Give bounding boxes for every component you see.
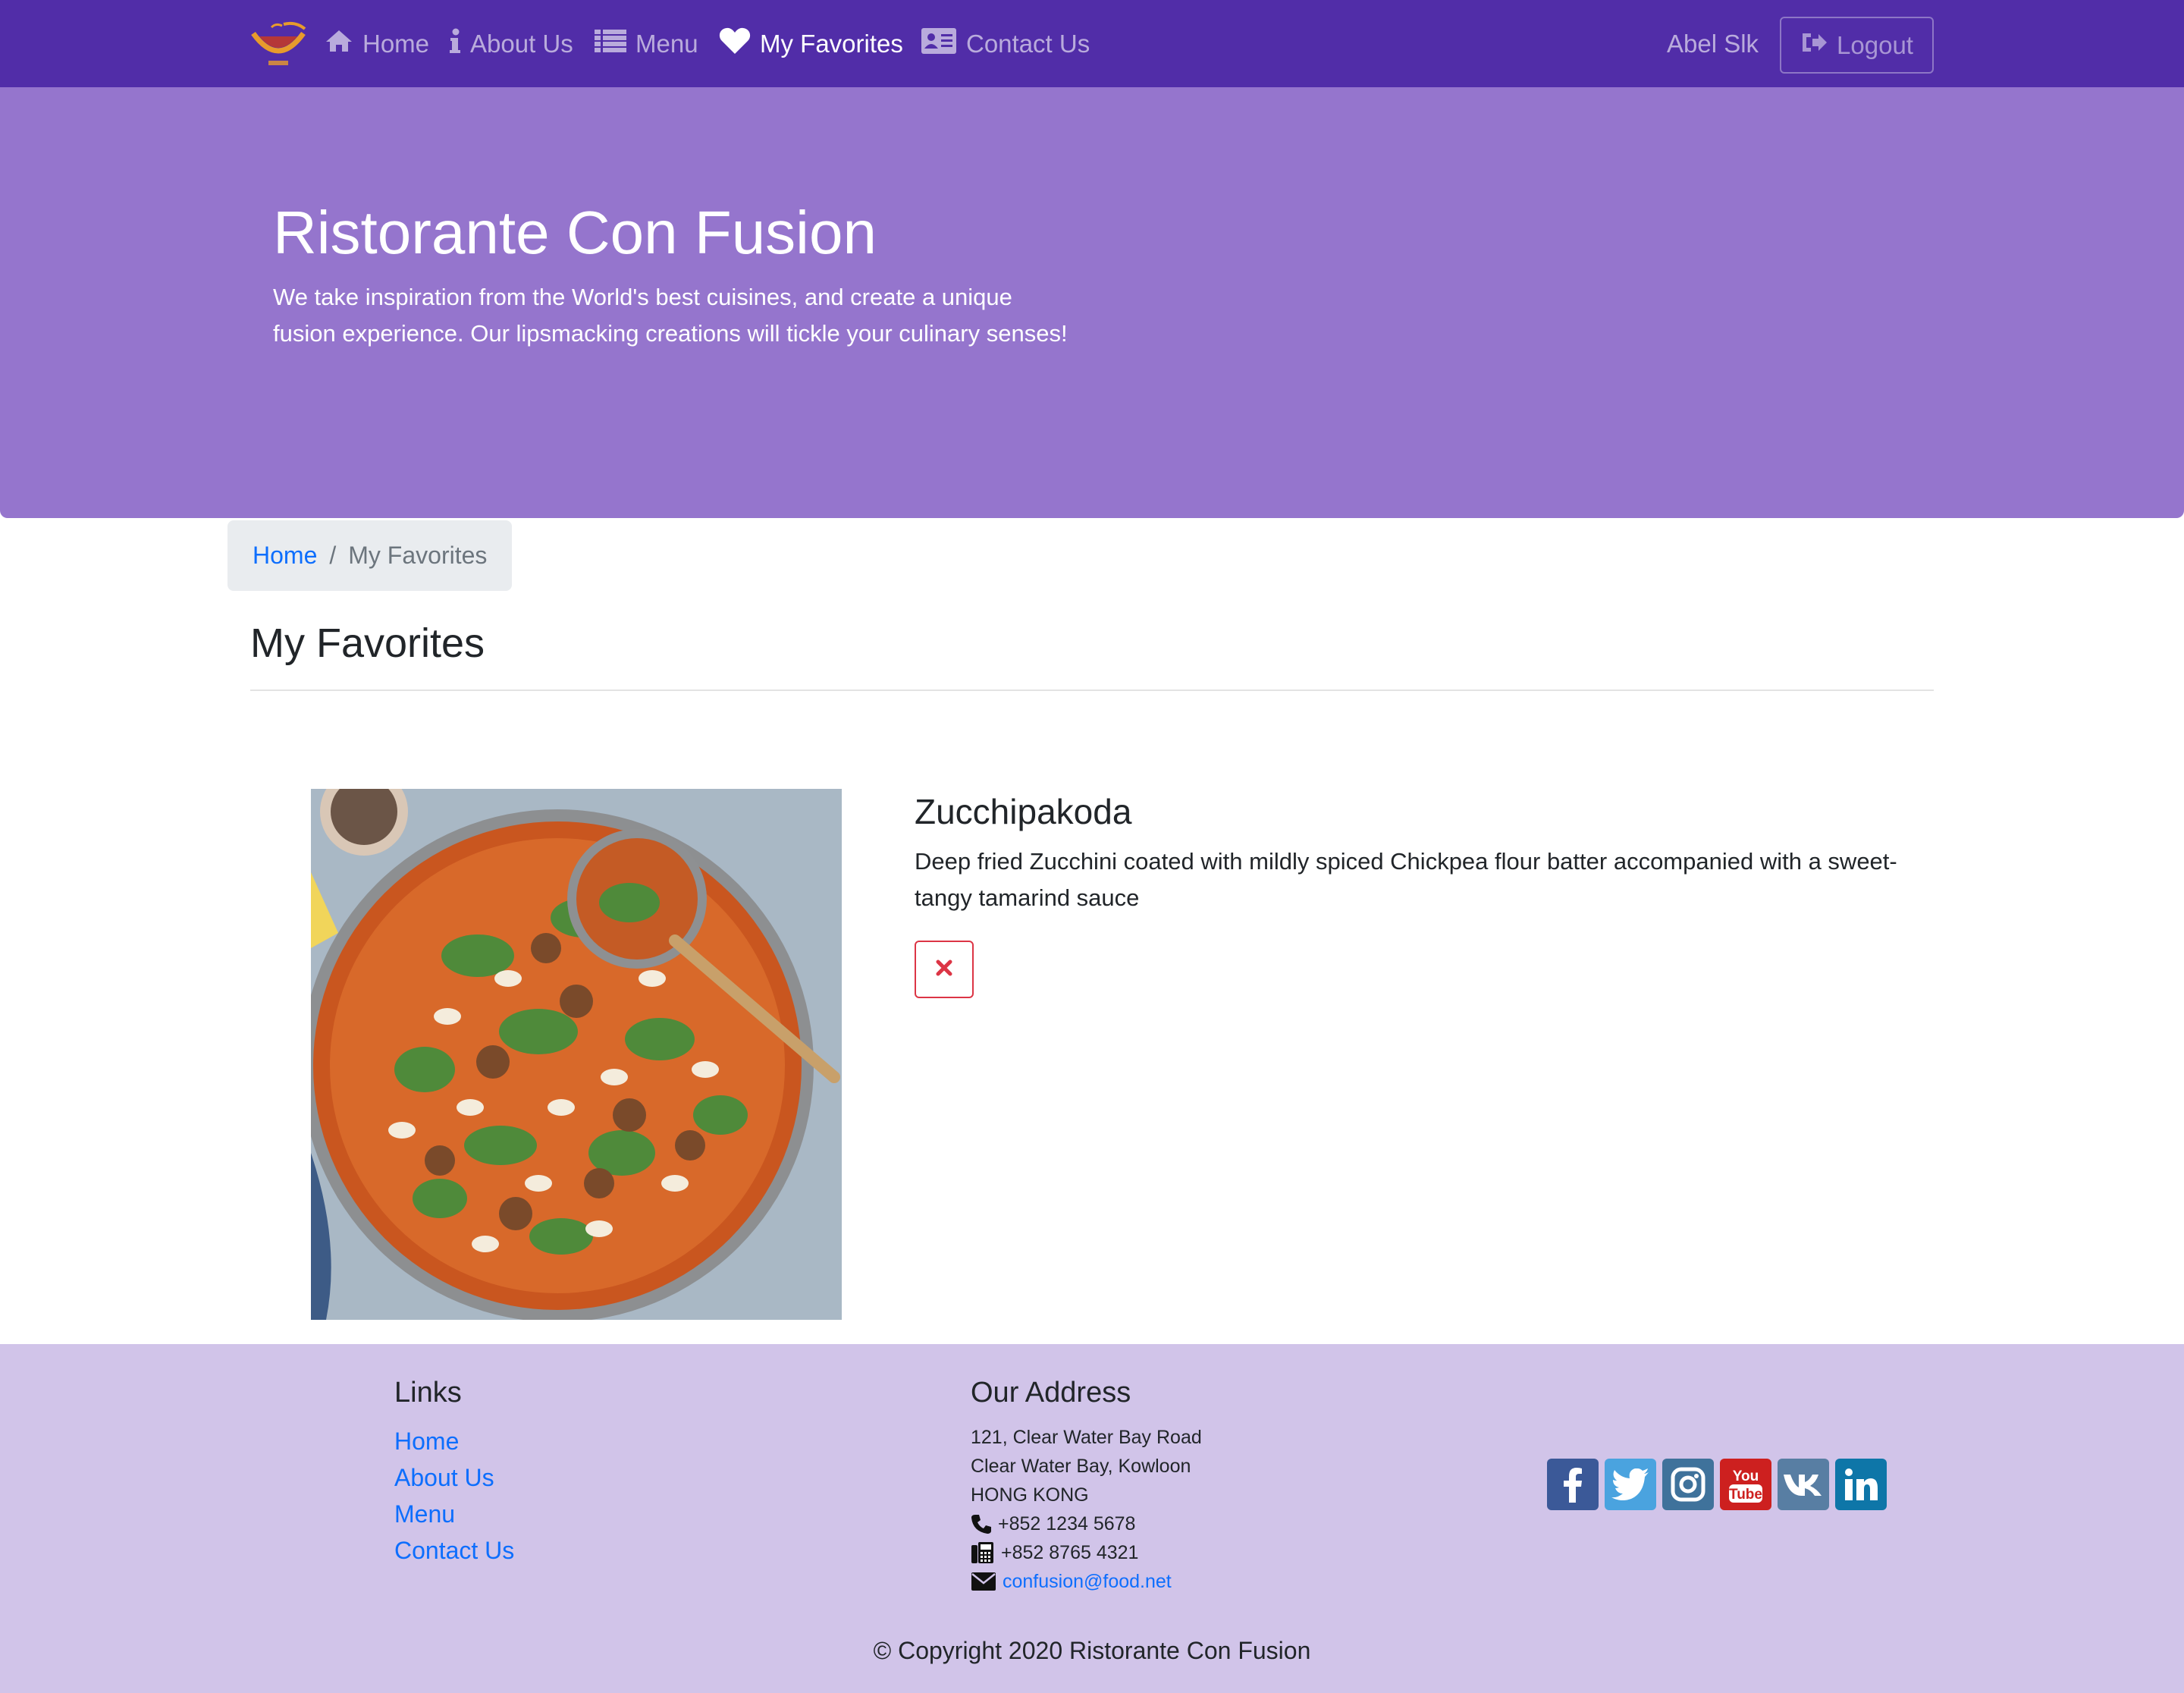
fax-icon [971, 1541, 995, 1565]
email-link[interactable]: confusion@food.net [1003, 1567, 1172, 1596]
phone-number: +852 1234 5678 [998, 1513, 1136, 1534]
instagram-icon[interactable] [1662, 1459, 1714, 1510]
svg-text:Tube: Tube [1729, 1487, 1762, 1503]
phone-icon [971, 1513, 992, 1534]
twitter-icon[interactable] [1605, 1459, 1656, 1510]
times-icon [936, 956, 952, 982]
nav-contact[interactable]: Contact Us [921, 0, 1090, 87]
dish-name: Zucchipakoda [915, 792, 1132, 831]
nav-home-label: Home [362, 29, 430, 58]
youtube-icon[interactable]: You Tube [1720, 1459, 1771, 1510]
breadcrumb: Home / My Favorites [228, 520, 513, 591]
dish-description: Deep fried Zucchini coated with mildly s… [915, 848, 1897, 911]
nav-favorites[interactable]: My Favorites [719, 0, 903, 87]
linkedin-icon[interactable] [1835, 1459, 1887, 1510]
footer-link-contact[interactable]: Contact Us [394, 1532, 514, 1569]
address-line-3: HONG KONG [971, 1484, 1089, 1506]
navbar: Home About Us Menu My Favorites Contact … [0, 0, 2184, 87]
restaurant-tagline: We take inspiration from the World's bes… [273, 284, 1068, 347]
fax-number: +852 8765 4321 [1001, 1542, 1139, 1563]
footer-address-heading: Our Address [971, 1377, 1131, 1409]
fax-line: +852 8765 4321 [971, 1538, 1138, 1567]
address-line-2: Clear Water Bay, Kowloon [971, 1456, 1191, 1477]
facebook-icon[interactable] [1547, 1459, 1599, 1510]
footer-links-heading: Links [394, 1377, 462, 1409]
delete-favorite-button[interactable] [915, 941, 974, 998]
logout-label: Logout [1837, 30, 1913, 59]
breadcrumb-current: My Favorites [348, 542, 488, 569]
nav-menu-label: Menu [635, 29, 698, 58]
list-icon [595, 28, 626, 60]
heart-icon [719, 27, 751, 61]
email-line: confusion@food.net [971, 1567, 1172, 1596]
nav-favorites-label: My Favorites [760, 29, 903, 58]
address-card-icon [921, 27, 957, 61]
footer-link-menu[interactable]: Menu [394, 1496, 455, 1532]
svg-text:You: You [1733, 1468, 1759, 1484]
nav-about-label: About Us [470, 29, 573, 58]
nav-home[interactable]: Home [325, 0, 429, 87]
footer-link-about[interactable]: About Us [394, 1459, 494, 1496]
info-icon [449, 28, 461, 60]
dish-image [311, 789, 842, 1320]
envelope-icon [971, 1572, 996, 1591]
home-icon [325, 29, 353, 59]
nav-menu[interactable]: Menu [595, 0, 698, 87]
restaurant-title: Ristorante Con Fusion [273, 199, 877, 266]
breadcrumb-separator: / [329, 542, 337, 569]
restaurant-logo[interactable] [249, 20, 308, 68]
divider [250, 689, 1934, 691]
nav-about[interactable]: About Us [449, 0, 573, 87]
phone-line: +852 1234 5678 [971, 1509, 1135, 1538]
nav-contact-label: Contact Us [966, 29, 1090, 58]
sign-out-icon [1800, 31, 1828, 60]
breadcrumb-home-link[interactable]: Home [253, 542, 317, 570]
footer-link-home[interactable]: Home [394, 1423, 459, 1459]
vk-icon[interactable] [1778, 1459, 1829, 1510]
user-name: Abel Slk [1667, 29, 1759, 58]
page-title: My Favorites [250, 620, 485, 666]
copyright: © Copyright 2020 Ristorante Con Fusion [873, 1637, 1311, 1664]
logout-button[interactable]: Logout [1780, 17, 1934, 74]
address-line-1: 121, Clear Water Bay Road [971, 1427, 1202, 1448]
